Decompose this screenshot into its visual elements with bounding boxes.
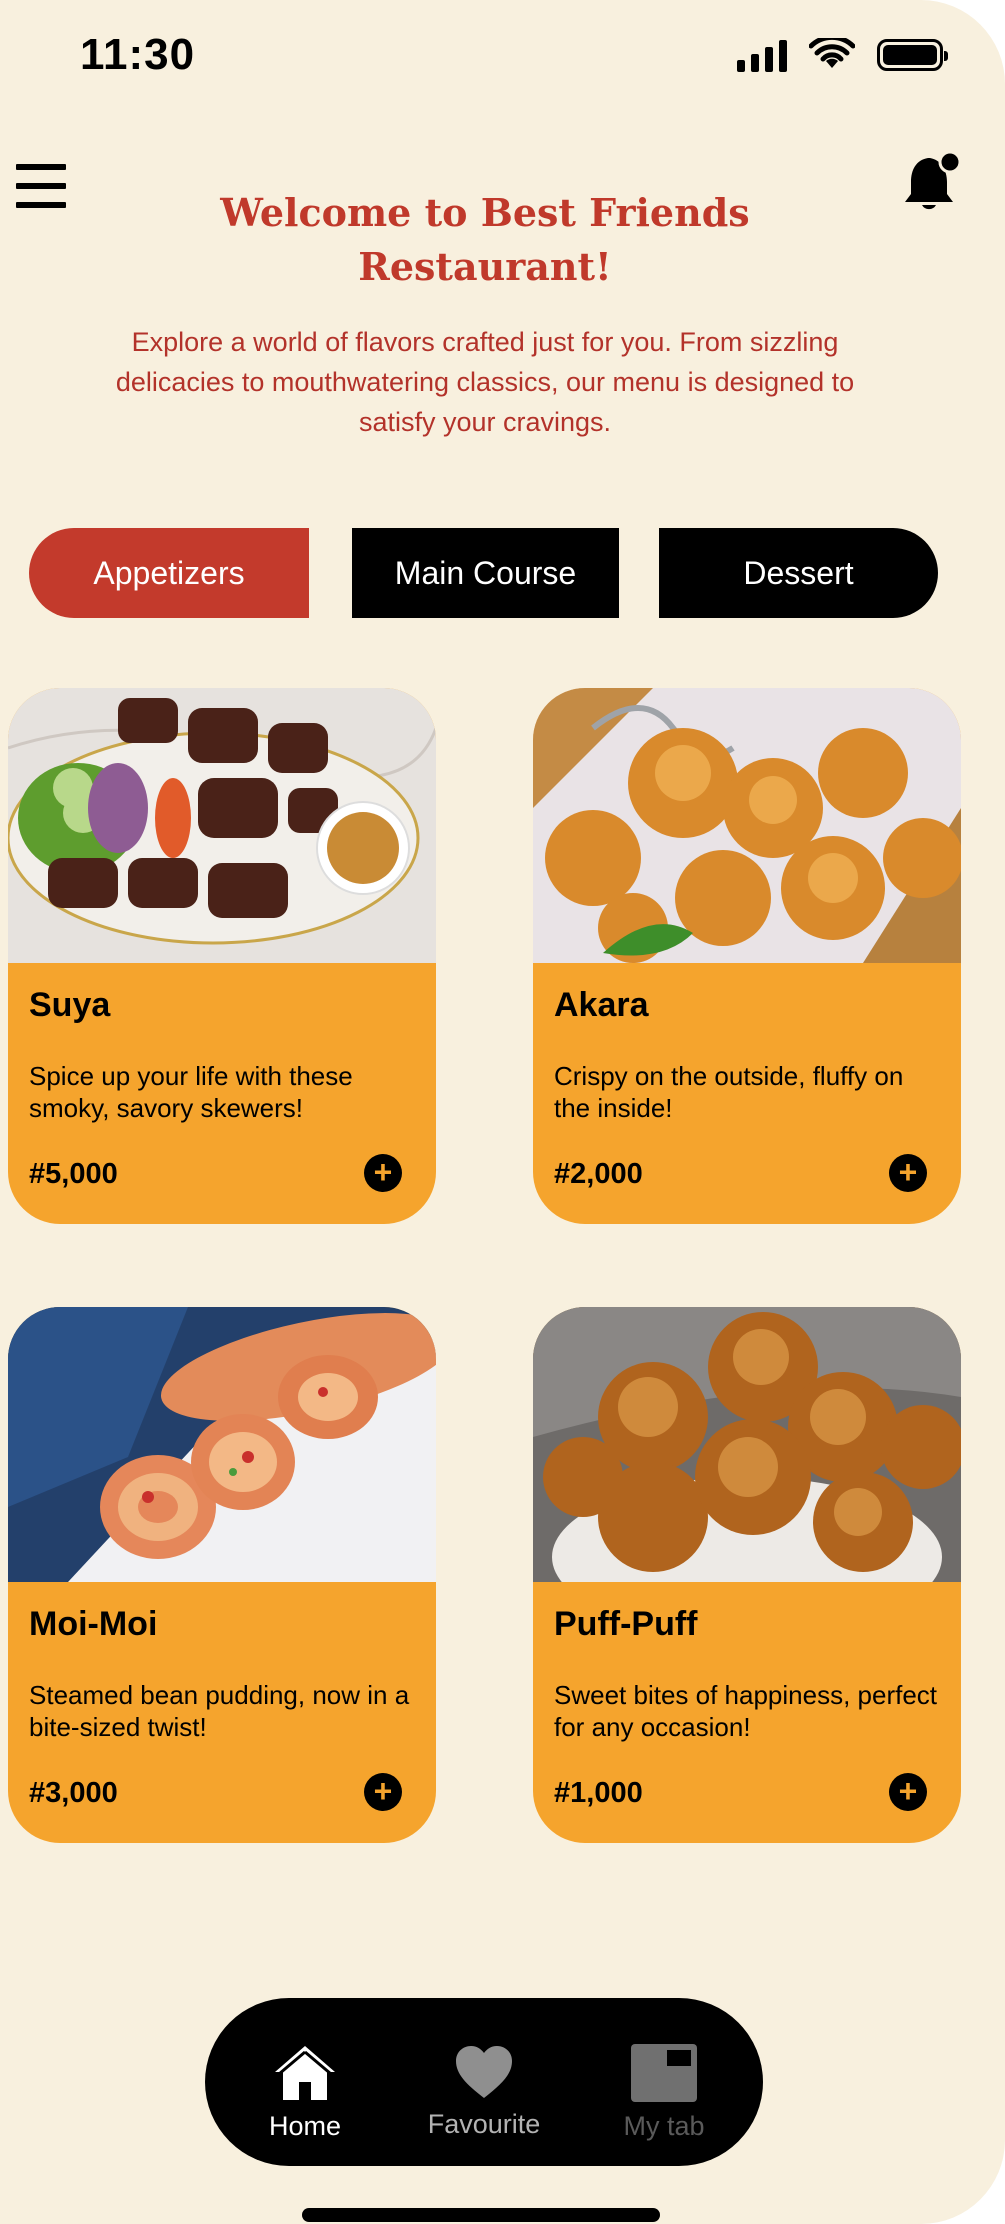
menu-item-name: Suya: [29, 986, 111, 1024]
bottom-navigation: Home Favourite My tab: [205, 1998, 763, 2166]
menu-item-description: Spice up your life with these smoky, sav…: [29, 1061, 353, 1123]
tab-icon: [631, 2044, 697, 2102]
status-time: 11:30: [80, 30, 196, 79]
home-indicator[interactable]: [302, 2208, 660, 2222]
nav-home[interactable]: Home: [235, 2044, 375, 2142]
page-title: Welcome to Best Friends Restaurant!: [220, 190, 750, 289]
puff-puff-photo: [533, 1307, 961, 1582]
status-icons: [737, 38, 948, 72]
tab-main-course[interactable]: Main Course: [352, 528, 619, 618]
menu-item-description: Sweet bites of happiness, perfect for an…: [554, 1680, 938, 1742]
home-icon: [275, 2046, 335, 2100]
nav-home-label: Home: [268, 2111, 342, 2141]
menu-item-description: Crispy on the outside, fluffy on the ins…: [554, 1061, 904, 1123]
menu-item-name: Moi-Moi: [29, 1605, 158, 1643]
tab-appetizers[interactable]: Appetizers: [29, 528, 309, 618]
bell-icon[interactable]: [898, 150, 964, 216]
add-to-cart-button[interactable]: +: [364, 1773, 402, 1811]
add-to-cart-button[interactable]: +: [889, 1773, 927, 1811]
nav-favourite[interactable]: Favourite: [414, 2044, 554, 2140]
wifi-icon: [809, 38, 855, 68]
heart-icon: [456, 2046, 512, 2098]
intro-text: Explore a world of flavors crafted just …: [115, 327, 855, 437]
battery-icon: [877, 39, 948, 71]
suya-photo: [8, 688, 436, 963]
menu-item-price: #3,000: [29, 1777, 118, 1809]
menu-card-akara[interactable]: Akara Crispy on the outside, fluffy on t…: [533, 688, 961, 1224]
menu-item-price: #1,000: [554, 1777, 643, 1809]
nav-my-tab-label: My tab: [623, 2111, 705, 2141]
add-to-cart-button[interactable]: +: [364, 1154, 402, 1192]
menu-card-suya[interactable]: Suya Spice up your life with these smoky…: [8, 688, 436, 1224]
signal-icon: [737, 38, 787, 72]
nav-my-tab[interactable]: My tab: [594, 2044, 734, 2142]
menu-item-price: #5,000: [29, 1158, 118, 1190]
menu-card-moi-moi[interactable]: Moi-Moi Steamed bean pudding, now in a b…: [8, 1307, 436, 1843]
menu-item-price: #2,000: [554, 1158, 643, 1190]
add-to-cart-button[interactable]: +: [889, 1154, 927, 1192]
tab-dessert[interactable]: Dessert: [659, 528, 938, 618]
menu-item-name: Puff-Puff: [554, 1605, 698, 1643]
moi-moi-photo: [8, 1307, 436, 1582]
nav-favourite-label: Favourite: [427, 2109, 541, 2139]
menu-item-description: Steamed bean pudding, now in a bite-size…: [29, 1680, 410, 1742]
hamburger-menu-icon[interactable]: [16, 164, 66, 208]
menu-card-puff-puff[interactable]: Puff-Puff Sweet bites of happiness, perf…: [533, 1307, 961, 1843]
akara-photo: [533, 688, 961, 963]
menu-item-name: Akara: [554, 986, 649, 1024]
app-screen: 11:30 Welcome to Best Friends Restaurant…: [0, 0, 1005, 2224]
